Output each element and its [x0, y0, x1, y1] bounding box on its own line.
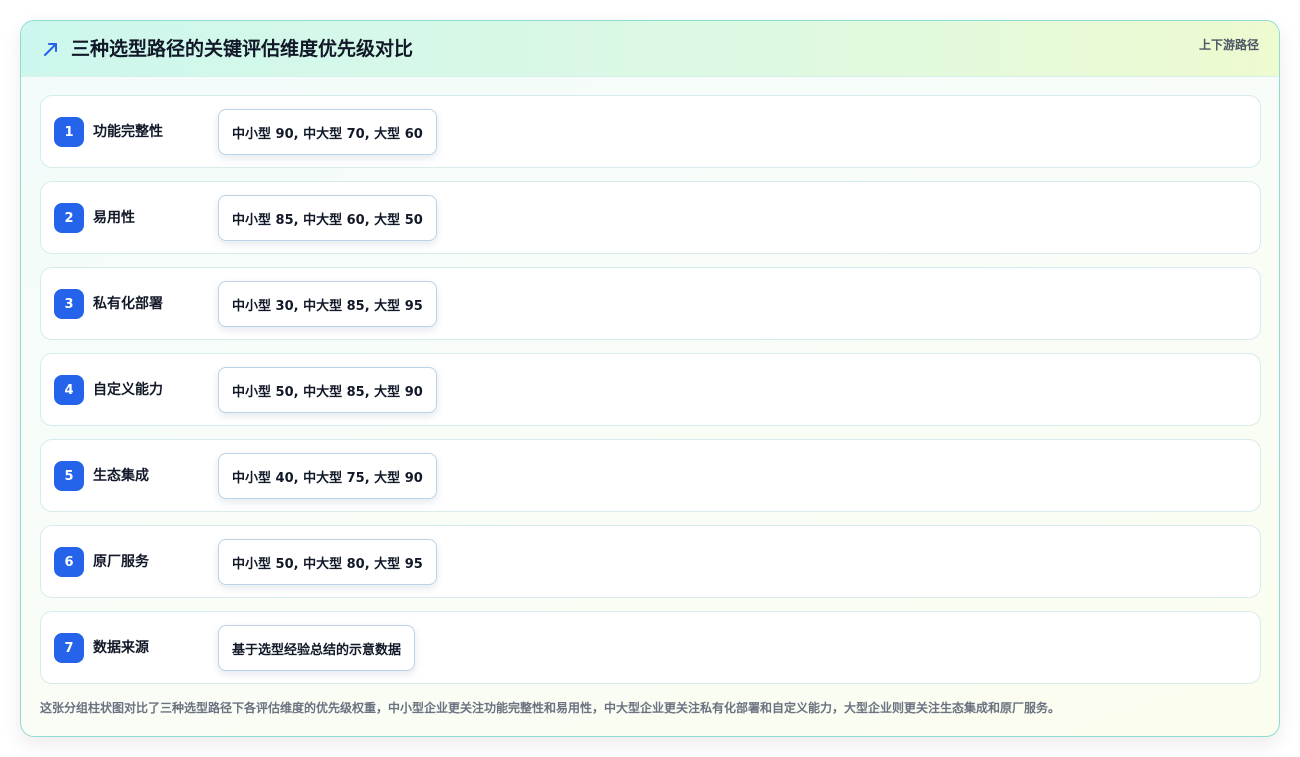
dimension-label: 易用性 — [93, 210, 135, 226]
dimension-value: 中小型 30, 中大型 85, 大型 95 — [218, 281, 437, 327]
list-item: 6 原厂服务 中小型 50, 中大型 80, 大型 95 — [40, 525, 1261, 598]
comparison-card: 三种选型路径的关键评估维度优先级对比 上下游路径 1 功能完整性 中小型 90,… — [20, 20, 1280, 737]
dimension-value: 中小型 90, 中大型 70, 大型 60 — [218, 109, 437, 155]
dimension-label: 生态集成 — [93, 468, 149, 484]
dimension-value: 中小型 40, 中大型 75, 大型 90 — [218, 453, 437, 499]
list-item: 7 数据来源 基于选型经验总结的示意数据 — [40, 611, 1261, 684]
dimension-label: 原厂服务 — [93, 554, 149, 570]
dimension-list: 1 功能完整性 中小型 90, 中大型 70, 大型 60 2 易用性 中小型 … — [40, 95, 1261, 697]
dimension-value: 中小型 50, 中大型 85, 大型 90 — [218, 367, 437, 413]
row-number-badge: 6 — [54, 547, 84, 577]
data-source-value: 基于选型经验总结的示意数据 — [218, 625, 416, 671]
card-title: 三种选型路径的关键评估维度优先级对比 — [71, 38, 414, 60]
dimension-value: 中小型 50, 中大型 80, 大型 95 — [218, 539, 437, 585]
row-number-badge: 2 — [54, 203, 84, 233]
dimension-value: 中小型 85, 中大型 60, 大型 50 — [218, 195, 437, 241]
row-number-badge: 4 — [54, 375, 84, 405]
list-item: 1 功能完整性 中小型 90, 中大型 70, 大型 60 — [40, 95, 1261, 168]
row-number-badge: 1 — [54, 117, 84, 147]
list-item: 3 私有化部署 中小型 30, 中大型 85, 大型 95 — [40, 267, 1261, 340]
list-item: 2 易用性 中小型 85, 中大型 60, 大型 50 — [40, 181, 1261, 254]
dimension-label: 功能完整性 — [93, 124, 163, 140]
dimension-label: 自定义能力 — [93, 382, 163, 398]
trend-arrow-icon — [44, 43, 57, 56]
chart-description: 这张分组柱状图对比了三种选型路径下各评估维度的优先级权重，中小型企业更关注功能完… — [40, 701, 1061, 715]
list-item: 5 生态集成 中小型 40, 中大型 75, 大型 90 — [40, 439, 1261, 512]
row-number-badge: 7 — [54, 633, 84, 663]
path-tag: 上下游路径 — [1198, 38, 1259, 52]
row-number-badge: 5 — [54, 461, 84, 491]
row-number-badge: 3 — [54, 289, 84, 319]
dimension-label: 私有化部署 — [93, 296, 163, 312]
dimension-label: 数据来源 — [93, 640, 149, 656]
list-item: 4 自定义能力 中小型 50, 中大型 85, 大型 90 — [40, 353, 1261, 426]
card-header: 三种选型路径的关键评估维度优先级对比 上下游路径 — [21, 21, 1279, 77]
